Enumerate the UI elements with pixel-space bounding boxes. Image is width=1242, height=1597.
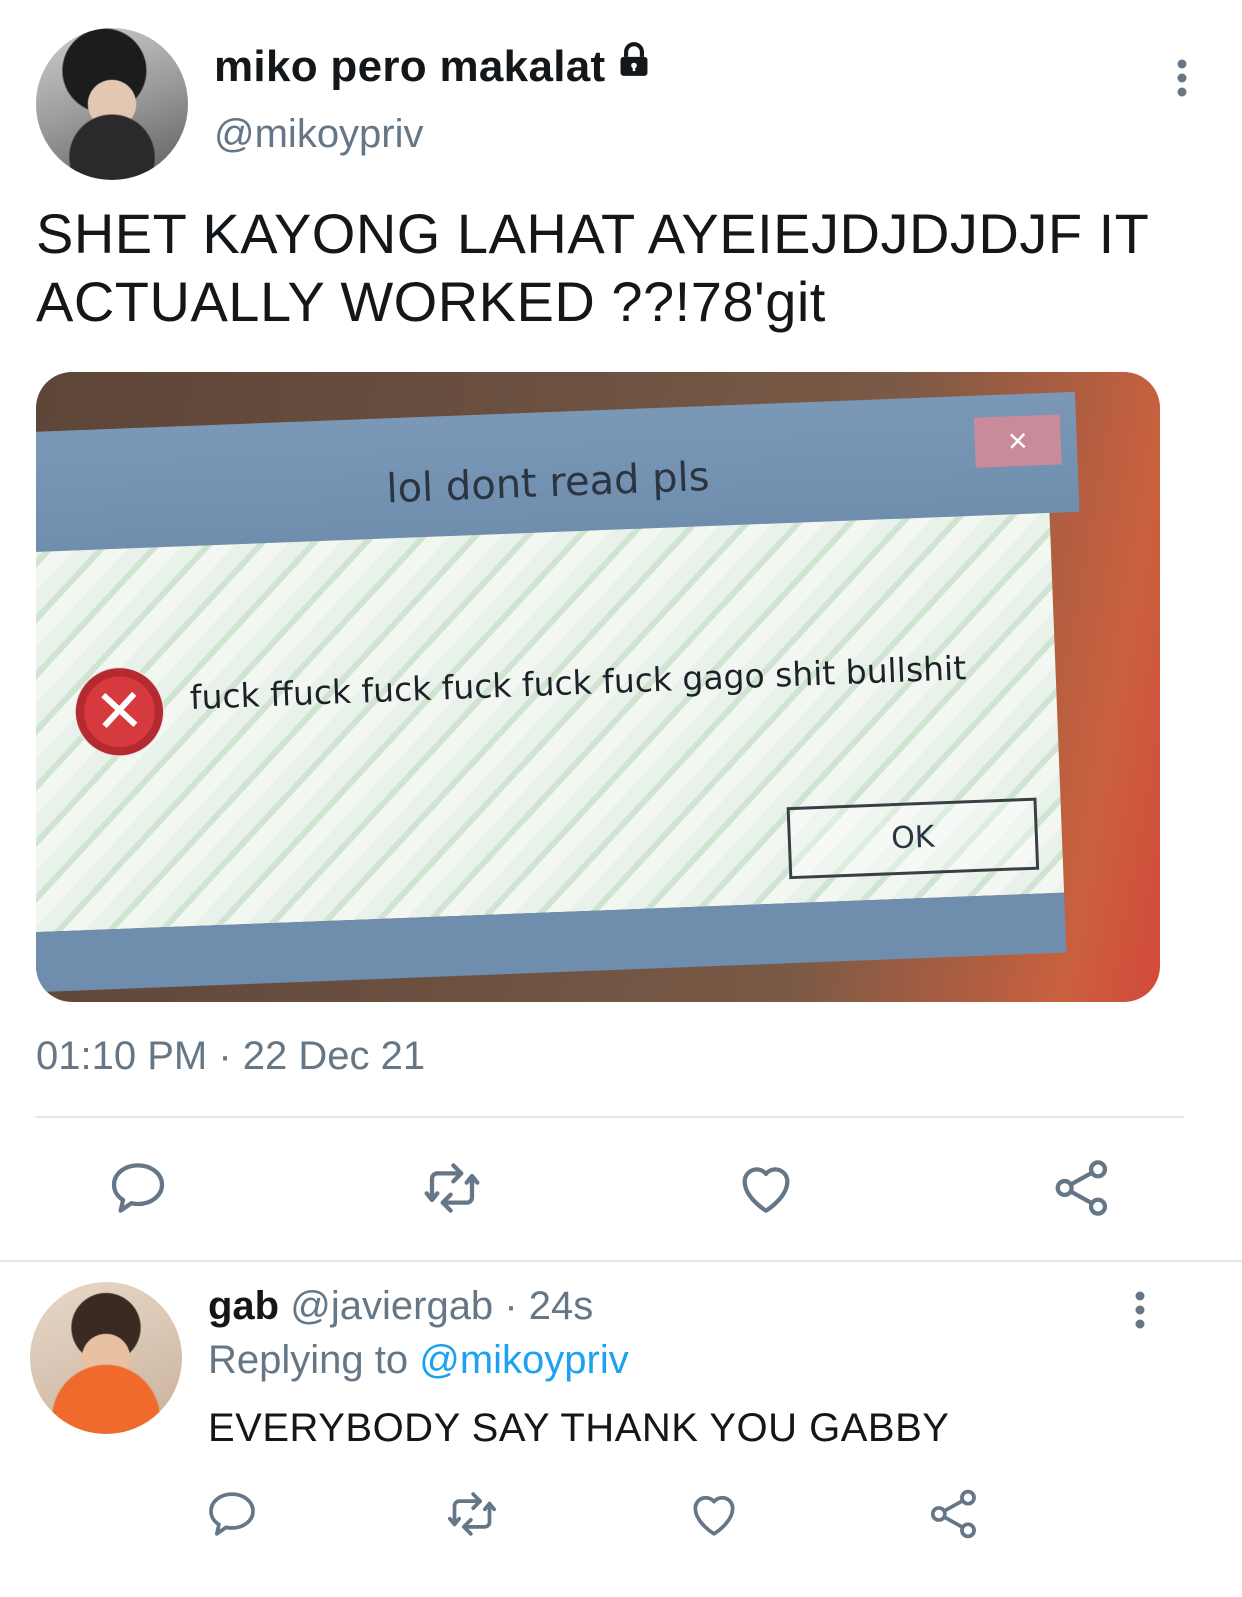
avatar[interactable]: [36, 28, 188, 180]
reply-author-handle[interactable]: @javiergab: [290, 1284, 493, 1328]
retweet-icon[interactable]: [444, 1486, 500, 1542]
tweet-action-bar: [0, 1156, 1242, 1226]
reply-icon[interactable]: [204, 1486, 260, 1542]
divider: [36, 1116, 1184, 1118]
heart-icon[interactable]: [734, 1156, 798, 1220]
replying-to-label: Replying to: [208, 1338, 420, 1382]
more-vertical-icon[interactable]: [1134, 1290, 1146, 1330]
author-name[interactable]: miko pero makalat: [214, 42, 653, 92]
reply-action-bar: [0, 1486, 1242, 1556]
reply-author-name[interactable]: gab: [208, 1284, 279, 1328]
tweet-text-line-1: SHET KAYONG LAHAT AYEIEJDJDJDJF IT: [36, 202, 1150, 265]
dialog-title: lol dont read pls: [385, 453, 711, 513]
tweet-timestamp[interactable]: 01:10 PM · 22 Dec 21: [36, 1034, 425, 1079]
author-display-name[interactable]: miko pero makalat: [214, 42, 605, 91]
heart-icon[interactable]: [686, 1486, 742, 1542]
replying-to-handle[interactable]: @mikoypriv: [419, 1338, 629, 1382]
reply-tweet[interactable]: gab @javiergab · 24s Replying to @mikoyp…: [0, 1262, 1242, 1597]
tweet-text-line-2: ACTUALLY WORKED ??!78'git: [36, 270, 826, 333]
more-vertical-icon[interactable]: [1176, 58, 1188, 98]
dialog-ok-button: OK: [786, 797, 1040, 880]
retweet-icon[interactable]: [420, 1156, 484, 1220]
share-icon[interactable]: [926, 1486, 982, 1542]
dialog-message: fuck ffuck fuck fuck fuck fuck gago shit…: [189, 648, 967, 718]
author-handle[interactable]: @mikoypriv: [214, 112, 424, 157]
error-dialog-photo: lol dont read pls × ✕ fuck ffuck fuck fu…: [36, 391, 1096, 993]
replying-to: Replying to @mikoypriv: [208, 1338, 629, 1383]
dialog-body: ✕ fuck ffuck fuck fuck fuck fuck gago sh…: [36, 512, 1065, 933]
share-icon[interactable]: [1050, 1156, 1114, 1220]
tweet-header: miko pero makalat @mikoypriv: [36, 28, 1206, 180]
dialog-close-icon: ×: [973, 414, 1062, 468]
tweet-media-photo[interactable]: lol dont read pls × ✕ fuck ffuck fuck fu…: [36, 372, 1160, 1002]
reply-avatar[interactable]: [30, 1282, 182, 1434]
reply-time: · 24s: [504, 1284, 594, 1328]
tweet-text: SHET KAYONG LAHAT AYEIEJDJDJDJF IT ACTUA…: [36, 200, 1206, 336]
error-icon: ✕: [72, 665, 167, 759]
reply-header: gab @javiergab · 24s: [208, 1284, 593, 1329]
lock-icon: [615, 40, 653, 90]
reply-icon[interactable]: [106, 1156, 170, 1220]
reply-text: EVERYBODY SAY THANK YOU GABBY: [208, 1406, 950, 1450]
